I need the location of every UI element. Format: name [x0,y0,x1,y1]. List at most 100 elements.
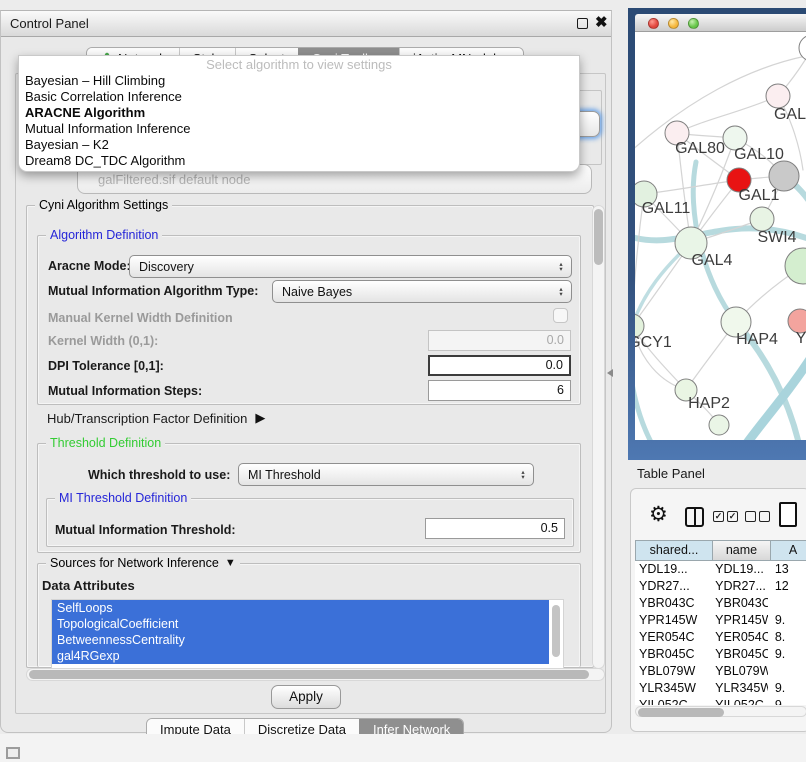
table-row[interactable]: YIL052CYIL052C9. [635,697,806,705]
mi-threshold-definition-frame: MI Threshold Definition Mutual Informati… [46,498,574,547]
network-node-label: HAP2 [688,395,730,412]
network-combobox-value: galFiltered.sif default node [98,172,250,187]
table-cell: 9. [768,646,806,663]
minimize-window-icon[interactable] [668,18,679,29]
close-window-icon[interactable] [648,18,659,29]
table-row[interactable]: YBR043CYBR043C [635,595,806,612]
list-scrollbar-thumb[interactable] [552,605,560,657]
network-node[interactable] [785,248,806,284]
table-cell: 13 [768,561,806,578]
sources-frame: Sources for Network Inference ▼ Data Att… [37,563,581,667]
which-threshold-select[interactable]: MI Threshold ▴▾ [238,463,534,486]
deselect-all-columns-icon[interactable] [745,511,770,522]
table-cell: YBR045C [635,646,711,663]
control-panel-title: Control Panel [10,16,89,31]
mi-steps-label: Mutual Information Steps: [48,384,202,398]
mi-threshold-field[interactable]: 0.5 [425,518,565,539]
table-row[interactable]: YDR27...YDR27...12 [635,578,806,595]
close-panel-icon[interactable]: ✖ [595,13,608,31]
algorithm-option[interactable]: Basic Correlation Inference [19,89,579,105]
gear-icon[interactable]: ⚙ [649,504,668,525]
settings-vscrollbar-thumb[interactable] [594,209,603,265]
list-item[interactable]: TopologicalCoefficient [52,616,549,632]
hub-definition-toggle[interactable]: Hub/Transcription Factor Definition ▶ [47,410,265,426]
network-node-label: GAL11 [642,200,691,217]
mi-algorithm-type-select[interactable]: Naive Bayes ▴▾ [272,280,572,303]
table-cell: YIL052C [711,697,768,705]
new-table-icon[interactable] [779,502,797,527]
control-panel-titlebar[interactable]: Control Panel ✖ [1,11,611,37]
algorithm-option[interactable]: Dream8 DC_TDC Algorithm [19,153,579,169]
network-node-label: GAL4 [692,252,733,269]
apply-button[interactable]: Apply [271,685,341,709]
dpi-tolerance-value: 0.0 [546,358,563,372]
table-row[interactable]: YBR045CYBR045C9. [635,646,806,663]
float-panel-icon[interactable] [577,18,588,29]
dpi-tolerance-field[interactable]: 0.0 [428,355,571,376]
table-panel-title: Table Panel [637,466,705,481]
table-hscrollbar-thumb[interactable] [638,708,724,717]
table-row[interactable]: YER054CYER054C8. [635,629,806,646]
network-node-label: SWI4 [757,229,796,246]
table-cell: YER054C [711,629,768,646]
which-threshold-label: Which threshold to use: [88,468,230,482]
network-node-label: Y [796,330,806,347]
stepper-arrows-icon: ▴▾ [555,262,571,272]
select-all-columns-icon[interactable]: ✓ ✓ [713,511,738,522]
column-header-third[interactable]: A [771,540,806,561]
kernel-width-field: 0.0 [428,330,571,351]
list-item[interactable]: BetweennessCentrality [52,632,549,648]
settings-hscrollbar [26,668,605,681]
algorithm-dropdown-placeholder: Select algorithm to view settings [19,56,579,73]
list-item[interactable]: gal4RGexp [52,648,549,664]
network-edge [677,96,778,133]
network-node[interactable] [766,84,790,108]
settings-vscrollbar [592,205,605,669]
list-item[interactable]: SelfLoops [52,600,549,616]
table-cell: YER054C [635,629,711,646]
algorithm-option[interactable]: Bayesian – K2 [19,137,579,153]
table-row[interactable]: YPR145WYPR145W9. [635,612,806,629]
network-view-window: GALGAL80GAL10GAL1GAL11SWI4GAL4GCY1HAP4YH… [628,8,806,460]
table-cell: YIL052C [635,697,711,705]
mi-steps-field[interactable]: 6 [428,380,571,401]
table-cell: YLR345W [711,680,768,697]
table-cell: 9. [768,612,806,629]
aracne-mode-select[interactable]: Discovery ▴▾ [129,255,572,278]
table-row[interactable]: YBL079WYBL079W [635,663,806,680]
network-canvas[interactable]: GALGAL80GAL10GAL1GAL11SWI4GAL4GCY1HAP4YH… [635,32,806,440]
data-attributes-list: SelfLoops TopologicalCoefficient Between… [51,599,564,669]
table-body: YDL19...YDL19...13YDR27...YDR27...12YBR0… [635,561,806,705]
maximize-window-icon[interactable] [688,18,699,29]
network-window-titlebar[interactable] [635,14,806,32]
cyni-algorithm-settings-frame: Cyni Algorithm Settings Algorithm Defini… [26,205,594,668]
column-header-name[interactable]: name [713,540,771,561]
table-cell: YDL19... [635,561,711,578]
panel-divider-arrow[interactable] [607,369,613,377]
table-cell: YDR27... [711,578,768,595]
table-cell: 12 [768,578,806,595]
algorithm-definition-title: Algorithm Definition [46,228,162,242]
algorithm-definition-frame: Algorithm Definition Aracne Mode: Discov… [37,235,581,405]
network-node-label: GAL1 [739,187,780,204]
stepper-arrows-icon: ▴▾ [555,287,571,297]
network-node[interactable] [709,415,729,435]
table-row[interactable]: YDL19...YDL19...13 [635,561,806,578]
network-node-label: GAL80 [675,140,725,157]
table-row[interactable]: YLR345WYLR345W9. [635,680,806,697]
algorithm-dropdown-popup: Select algorithm to view settings Bayesi… [18,55,580,172]
algorithm-option[interactable]: Bayesian – Hill Climbing [19,73,579,89]
algorithm-option[interactable]: Mutual Information Inference [19,121,579,137]
panel-grip-icon[interactable] [6,747,20,759]
stepper-arrows-icon: ▴▾ [517,470,533,480]
data-attributes-label: Data Attributes [42,578,135,593]
table-cell: 8. [768,629,806,646]
algorithm-option-selected[interactable]: ARACNE Algorithm [19,105,579,121]
manual-kernel-label: Manual Kernel Width Definition [48,311,233,325]
column-header-shared-name[interactable]: shared... [635,540,713,561]
table-cell [768,595,806,612]
sources-toggle[interactable]: Sources for Network Inference ▼ [46,556,240,570]
network-node[interactable] [750,207,774,231]
columns-icon[interactable] [685,507,704,527]
settings-hscrollbar-thumb[interactable] [29,670,589,679]
